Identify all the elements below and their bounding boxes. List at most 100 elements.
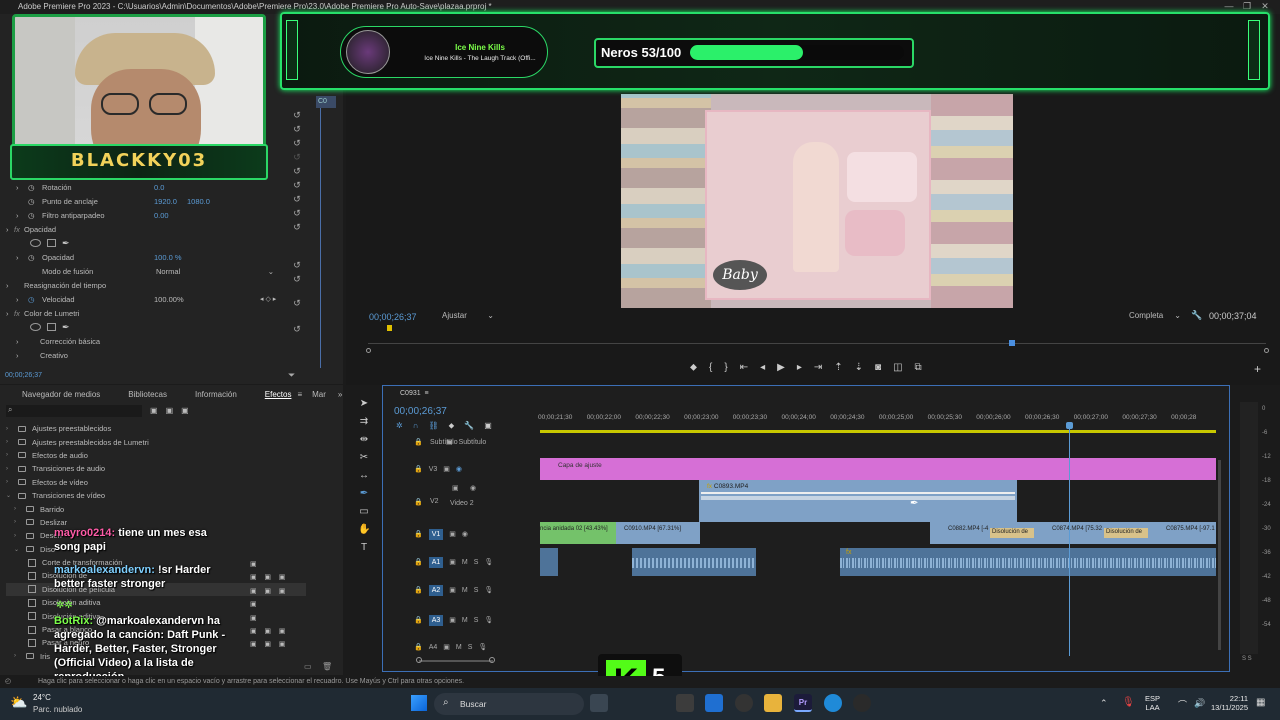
time-remap-section[interactable]: › Reasignación del tiempo: [6, 278, 306, 292]
in-point-marker[interactable]: [387, 325, 392, 331]
quality-select[interactable]: Completa ⌄: [1129, 311, 1181, 320]
tab-effects[interactable]: Efectos: [265, 390, 292, 399]
toggle-sync-icon[interactable]: ▣: [449, 616, 456, 624]
lock-icon[interactable]: 🔒: [414, 643, 423, 651]
zoom-handle-left[interactable]: [416, 657, 422, 663]
32bit-effects-icon[interactable]: ▣: [166, 406, 174, 415]
reset-icon[interactable]: ↺: [292, 152, 302, 162]
audio-clip[interactable]: [840, 548, 1216, 576]
go-to-out-icon[interactable]: ⇥: [814, 362, 822, 373]
ellipse-mask-icon[interactable]: [30, 239, 41, 247]
outlook-icon[interactable]: [705, 694, 723, 712]
stopwatch-icon[interactable]: ◷: [28, 295, 42, 304]
tree-item[interactable]: › Efectos de vídeo: [6, 476, 306, 489]
microphone-icon[interactable]: 🎙: [484, 586, 493, 594]
tab-media-browser[interactable]: Navegador de medios: [22, 390, 100, 399]
opacity-section[interactable]: › fx Opacidad: [6, 222, 306, 236]
reset-icon[interactable]: ↺: [292, 180, 302, 190]
weather-icon[interactable]: ⛅: [10, 694, 27, 711]
stopwatch-icon[interactable]: ◷: [28, 253, 42, 262]
stopwatch-icon[interactable]: ◷: [28, 211, 42, 220]
lock-icon[interactable]: 🔒: [414, 558, 423, 566]
lock-icon[interactable]: 🔒: [414, 498, 423, 506]
reset-icon[interactable]: ↺: [292, 298, 302, 308]
mute-button[interactable]: M: [462, 587, 468, 594]
opacity-rubberband[interactable]: [701, 496, 1015, 500]
fit-select[interactable]: Ajustar ⌄: [442, 311, 494, 322]
pen-mask-icon[interactable]: ✒: [62, 238, 70, 249]
mute-button[interactable]: M: [462, 559, 468, 566]
eye-icon[interactable]: ◉: [470, 484, 476, 492]
lock-icon[interactable]: 🔒: [414, 530, 423, 538]
edge-icon[interactable]: [824, 694, 842, 712]
start-button[interactable]: [411, 695, 427, 711]
blend-mode-select[interactable]: Normal ⌄: [156, 267, 274, 276]
weather-temp[interactable]: 24°C: [33, 693, 51, 702]
zoom-handle-right[interactable]: [489, 657, 495, 663]
add-marker-icon[interactable]: ⬥: [690, 362, 697, 373]
reset-icon[interactable]: ↺: [292, 274, 302, 284]
toggle-sync-icon[interactable]: ▣: [449, 558, 456, 566]
reset-icon[interactable]: ↺: [292, 222, 302, 232]
clip-c0893[interactable]: fx C0893.MP4: [699, 480, 1017, 522]
linked-select-icon[interactable]: ⛓: [428, 421, 438, 431]
track-select-icon[interactable]: ⇉: [358, 416, 370, 428]
toggle-sync-icon[interactable]: ▣: [443, 465, 450, 473]
language-indicator[interactable]: ESP LAA: [1145, 694, 1160, 712]
rotation-value[interactable]: 0.0: [154, 183, 164, 192]
task-view-icon[interactable]: [590, 694, 608, 712]
accelerated-effects-icon[interactable]: ▣: [150, 406, 158, 415]
anchor-x-value[interactable]: 1920.0: [154, 197, 187, 206]
nest-icon[interactable]: ✲: [396, 421, 403, 431]
tab-libraries[interactable]: Bibliotecas: [128, 390, 167, 399]
reset-icon[interactable]: ↺: [292, 260, 302, 270]
solo-button[interactable]: S: [468, 644, 473, 651]
slip-icon[interactable]: ↔: [358, 470, 370, 482]
mute-button[interactable]: M: [456, 644, 462, 651]
captions-icon[interactable]: ▣: [484, 421, 492, 431]
lift-icon[interactable]: ⇡: [834, 362, 842, 373]
reset-icon[interactable]: ↺: [292, 194, 302, 204]
clip-c0910[interactable]: C0910.MP4 [67.31%]: [616, 522, 700, 544]
taskbar-search[interactable]: ⌕ Buscar: [434, 693, 584, 715]
adjustment-layer-clip[interactable]: Capa de ajuste: [540, 458, 1216, 480]
lock-icon[interactable]: 🔒: [414, 465, 423, 473]
tray-overflow-icon[interactable]: ⌃: [1100, 698, 1108, 709]
reset-icon[interactable]: ↺: [292, 110, 302, 120]
settings-wrench-icon[interactable]: 🔧: [464, 421, 474, 431]
more-tabs-icon[interactable]: »: [338, 390, 342, 399]
solo-button[interactable]: S: [474, 617, 479, 624]
timeline-playhead[interactable]: [1069, 424, 1070, 656]
opacity-value[interactable]: 100.0 %: [154, 253, 182, 262]
audio-clip[interactable]: [540, 548, 558, 576]
reset-icon[interactable]: ↺: [292, 138, 302, 148]
wrench-icon[interactable]: 🔧: [1191, 310, 1202, 321]
pen-tool-icon[interactable]: ✒: [358, 488, 370, 500]
effect-controls-timecode[interactable]: 00;00;26;37: [5, 372, 42, 379]
timeline-zoom-scroll[interactable]: [419, 660, 493, 662]
stopwatch-icon[interactable]: ◷: [28, 197, 42, 206]
transition-dissolve[interactable]: Disolución de: [1104, 528, 1148, 538]
snap-icon[interactable]: ∩: [413, 421, 419, 431]
program-scrubber[interactable]: [368, 343, 1266, 344]
basic-correction-row[interactable]: › Corrección básica: [6, 334, 306, 348]
ellipse-mask-icon[interactable]: [30, 323, 41, 331]
creative-row[interactable]: › Creativo: [6, 348, 306, 362]
tree-item[interactable]: › Ajustes preestablecidos de Lumetri: [6, 435, 306, 448]
extract-icon[interactable]: ⇣: [855, 362, 863, 373]
volume-icon[interactable]: 🔊: [1194, 698, 1205, 709]
toggle-sync-icon[interactable]: ▣: [446, 438, 453, 446]
microphone-icon[interactable]: 🎙: [484, 616, 493, 624]
playhead-handle[interactable]: [1066, 422, 1073, 429]
reset-icon[interactable]: ↺: [292, 208, 302, 218]
speed-value[interactable]: 100.00%: [154, 295, 260, 304]
store-icon[interactable]: [676, 694, 694, 712]
premiere-taskbar-icon[interactable]: Pr: [794, 694, 812, 712]
camera-icon[interactable]: ◙: [875, 362, 881, 373]
tree-item[interactable]: › Transiciones de audio: [6, 462, 306, 475]
scrub-start-handle[interactable]: [366, 348, 371, 353]
new-bin-icon[interactable]: ▭: [304, 662, 312, 671]
razor-icon[interactable]: ✂: [358, 452, 370, 464]
hand-tool-icon[interactable]: ✋: [358, 524, 370, 536]
toggle-sync-icon[interactable]: ▣: [443, 643, 450, 651]
